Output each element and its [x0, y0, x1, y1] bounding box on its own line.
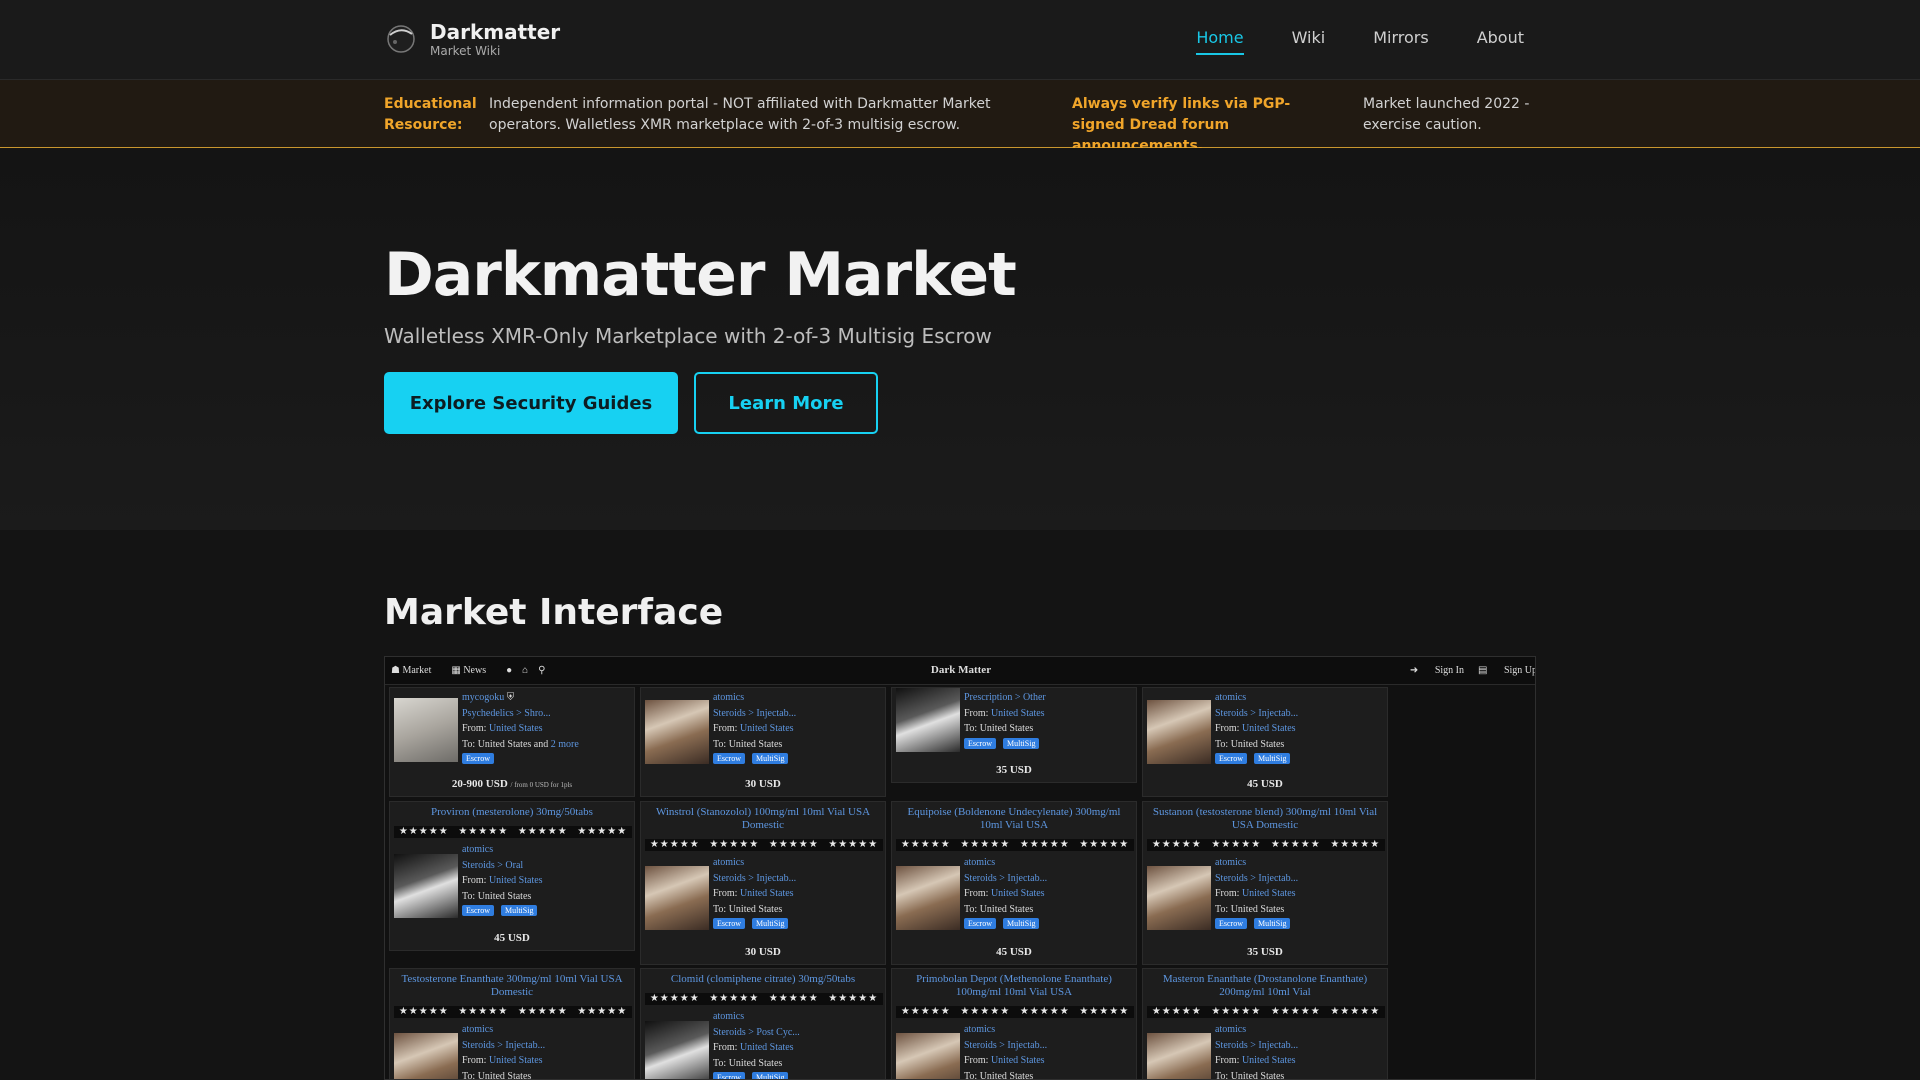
listing-card: Proviron (mesterolone) 30mg/50tabs ★★★★★… [389, 801, 635, 951]
listing-image [645, 866, 709, 930]
listing-price: 35 USD [996, 764, 1032, 776]
listing-price: 35 USD [1247, 946, 1283, 958]
listing-image [1147, 1033, 1211, 1079]
listing-title[interactable]: Proviron (mesterolone) 30mg/50tabs [390, 806, 634, 819]
main-nav: Home Wiki Mirrors About [1148, 28, 1524, 55]
listing-price: 45 USD [494, 932, 530, 944]
rating-stars: ★★★★★ ★★★★★ ★★★★★ ★★★★★ [645, 993, 883, 1005]
listing-image [394, 698, 458, 762]
listing-info: atomics Steroids > Injectab... From: Uni… [964, 857, 1048, 929]
listing-card: Prescription > Other From: United States… [891, 687, 1137, 783]
hero-subtitle: Walletless XMR-Only Marketplace with 2-o… [384, 324, 992, 348]
section-title: Market Interface [384, 592, 724, 633]
listing-card: Primobolan Depot (Methenolone Enanthate)… [891, 968, 1137, 1080]
banner-text: Independent information portal - NOT aff… [489, 96, 991, 133]
banner-note: Market launched 2022 - exercise caution. [1363, 96, 1530, 133]
listing-card: Testosterone Enanthate 300mg/ml 10ml Via… [389, 968, 635, 1080]
hero-title: Darkmatter Market [384, 240, 1017, 310]
listing-card: atomics Steroids > Injectab... From: Uni… [1142, 687, 1388, 797]
listing-title[interactable]: Sustanon (testosterone blend) 300mg/ml 1… [1143, 806, 1387, 832]
listing-card: mycogoku ⛨ Psychedelics > Shro... From: … [389, 687, 635, 797]
listing-card: Sustanon (testosterone blend) 300mg/ml 1… [1142, 801, 1388, 965]
planet-logo-icon [387, 25, 415, 53]
listing-image [1147, 866, 1211, 930]
sign-in-link: ➜ Sign In [1409, 665, 1464, 676]
listing-card: Masteron Enanthate (Drostanolone Enantha… [1142, 968, 1388, 1080]
listing-info: atomics Steroids > Injectab... From: Uni… [1215, 857, 1299, 929]
listing-info: Prescription > Other From: United States… [964, 692, 1046, 749]
listing-info: atomics Steroids > Injectab... From: Uni… [964, 1024, 1048, 1080]
rating-stars: ★★★★★ ★★★★★ ★★★★★ ★★★★★ [645, 839, 883, 851]
hero-section: Darkmatter Market Walletless XMR-Only Ma… [0, 148, 1920, 530]
nav-wiki[interactable]: Wiki [1292, 28, 1326, 55]
brand-name: Darkmatter [430, 20, 561, 44]
listing-card: Equipoise (Boldenone Undecylenate) 300mg… [891, 801, 1137, 965]
disclaimer-banner: Educational Resource: Independent inform… [0, 80, 1920, 154]
brand[interactable]: Darkmatter Market Wiki [384, 20, 560, 58]
listing-price: 45 USD [996, 946, 1032, 958]
listing-info: atomics Steroids > Post Cyc... From: Uni… [713, 1009, 883, 1079]
shield-icon: ⛨ [506, 692, 515, 703]
listing-price: 45 USD [1247, 778, 1283, 790]
rating-stars: ★★★★★ ★★★★★ ★★★★★ ★★★★★ [896, 839, 1134, 851]
listing-title[interactable]: Masteron Enanthate (Drostanolone Enantha… [1143, 973, 1387, 999]
listing-info: atomics Steroids > Injectab... From: Uni… [1215, 692, 1299, 764]
listing-card: atomics Steroids > Injectab... From: Uni… [640, 687, 886, 797]
listing-price: 30 USD [745, 946, 781, 958]
listing-info: atomics Steroids > Injectab... From: Uni… [462, 1024, 546, 1080]
listing-image [896, 1033, 960, 1079]
listing-info: atomics Steroids > Injectab... From: Uni… [1215, 1024, 1299, 1080]
listing-title[interactable]: Primobolan Depot (Methenolone Enanthate)… [892, 973, 1136, 999]
listing-info: atomics Steroids > Injectab... From: Uni… [713, 857, 797, 929]
nav-about[interactable]: About [1477, 28, 1524, 55]
learn-more-button[interactable]: Learn More [694, 372, 878, 434]
rating-stars: ★★★★★ ★★★★★ ★★★★★ ★★★★★ [1147, 839, 1385, 851]
listing-image [896, 866, 960, 930]
listing-image [1147, 700, 1211, 764]
listing-title[interactable]: Clomid (clomiphene citrate) 30mg/50tabs [641, 973, 885, 986]
listing-image [645, 700, 709, 764]
banner-label: Educational Resource: [384, 96, 477, 133]
listing-card: Clomid (clomiphene citrate) 30mg/50tabs … [640, 968, 886, 1079]
listing-price: 20-900 USD / from 0 USD for 1pls [451, 778, 573, 790]
rating-stars: ★★★★★ ★★★★★ ★★★★★ ★★★★★ [394, 1006, 632, 1018]
listing-title[interactable]: Equipoise (Boldenone Undecylenate) 300mg… [892, 806, 1136, 832]
listing-price: 30 USD [745, 778, 781, 790]
listing-image [394, 854, 458, 918]
sign-up-link: ▤ Sign Up [1477, 665, 1536, 676]
market-screenshot: ☗ Market ▦ News ● ⌂ ⚲ Dark Matter ➜ Sign… [384, 656, 1536, 1080]
listing-info: mycogoku ⛨ Psychedelics > Shro... From: … [462, 692, 579, 764]
listing-card: Winstrol (Stanozolol) 100mg/ml 10ml Vial… [640, 801, 886, 965]
listing-image [896, 688, 960, 752]
rating-stars: ★★★★★ ★★★★★ ★★★★★ ★★★★★ [1147, 1006, 1385, 1018]
listing-title[interactable]: Testosterone Enanthate 300mg/ml 10ml Via… [390, 973, 634, 999]
nav-mirrors[interactable]: Mirrors [1373, 28, 1428, 55]
site-header: Darkmatter Market Wiki Home Wiki Mirrors… [0, 0, 1920, 80]
brand-subtitle: Market Wiki [430, 44, 501, 58]
listing-image [645, 1021, 709, 1079]
rating-stars: ★★★★★ ★★★★★ ★★★★★ ★★★★★ [896, 1006, 1134, 1018]
nav-home[interactable]: Home [1196, 28, 1244, 55]
listing-info: atomics Steroids > Injectab... From: Uni… [713, 692, 797, 764]
explore-security-guides-button[interactable]: Explore Security Guides [384, 372, 678, 434]
rating-stars: ★★★★★ ★★★★★ ★★★★★ ★★★★★ [394, 826, 632, 838]
listing-image [394, 1033, 458, 1079]
listing-info: atomics Steroids > Oral From: United Sta… [462, 844, 543, 916]
market-topbar: ☗ Market ▦ News ● ⌂ ⚲ Dark Matter ➜ Sign… [385, 657, 1536, 685]
market-title: Dark Matter [930, 664, 992, 676]
listing-title[interactable]: Winstrol (Stanozolol) 100mg/ml 10ml Vial… [641, 806, 885, 832]
